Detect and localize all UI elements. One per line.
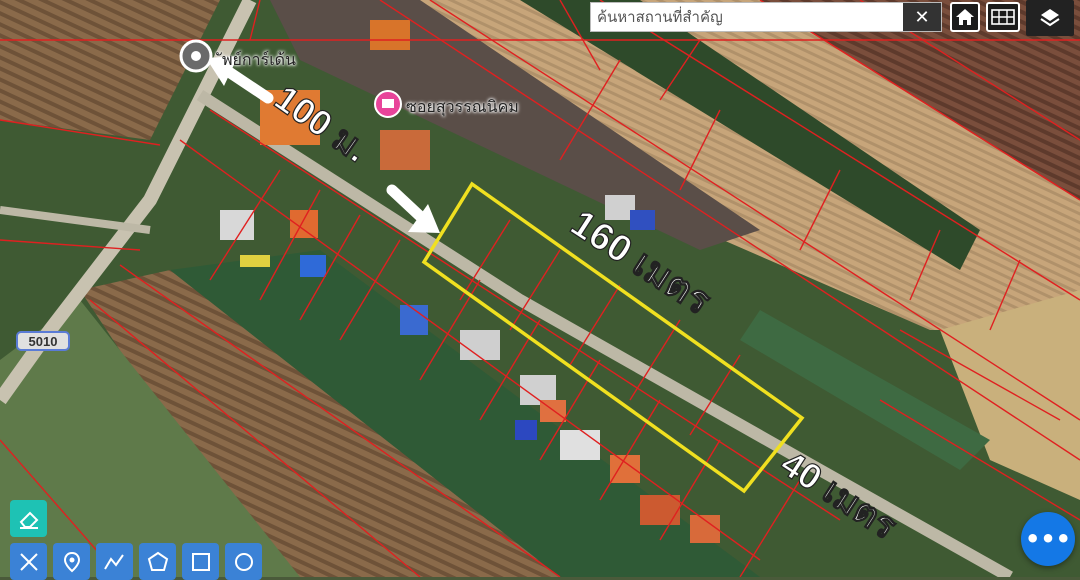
circle-icon [234, 552, 253, 571]
measure-button[interactable] [10, 543, 47, 580]
rectangle-icon [191, 552, 210, 571]
search-bar: ✕ [590, 2, 942, 32]
polygon-button[interactable] [139, 543, 176, 580]
grid-icon [991, 9, 1015, 25]
layers-button[interactable] [1026, 0, 1074, 36]
home-icon [956, 9, 974, 25]
clear-search-button[interactable]: ✕ [903, 3, 941, 31]
home-button[interactable] [950, 2, 980, 32]
road-number-badge: 5010 [16, 331, 70, 351]
soi-label: ซอยสุวรรณนิคม [406, 97, 519, 116]
close-icon: ✕ [914, 6, 930, 28]
pin-icon [63, 551, 80, 572]
grid-button[interactable] [986, 2, 1020, 32]
satellite-map[interactable]: 100 ม. 160 เมตร 40 เมตร [0, 0, 1080, 577]
polyline-icon [103, 553, 124, 570]
rectangle-button[interactable] [182, 543, 219, 580]
more-icon: ••• [1024, 525, 1072, 553]
landmark-pin-icon[interactable] [179, 39, 213, 73]
eraser-button[interactable] [10, 500, 47, 537]
garden-label: ัพย์การ์เด้น [222, 50, 296, 69]
more-options-button[interactable]: ••• [1021, 512, 1075, 566]
polygon-icon [147, 551, 168, 571]
pin-button[interactable] [53, 543, 90, 580]
measure-icon [19, 552, 38, 571]
layers-icon [1040, 9, 1060, 27]
eraser-icon [19, 511, 38, 529]
circle-button[interactable] [225, 543, 262, 580]
search-input[interactable] [591, 3, 901, 31]
polyline-button[interactable] [96, 543, 133, 580]
soi-pin-icon[interactable] [374, 90, 402, 118]
